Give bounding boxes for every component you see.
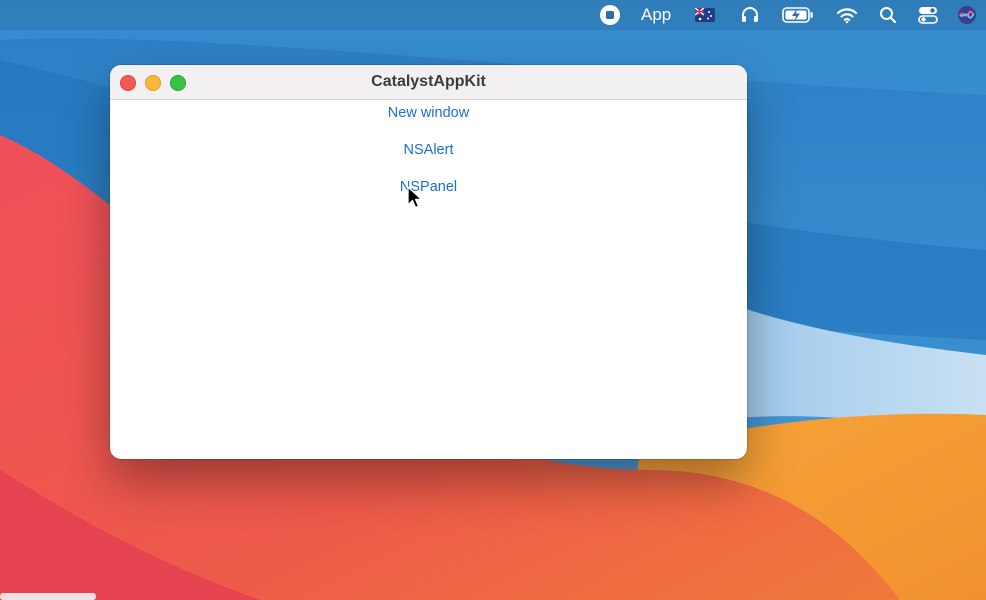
new-window-button[interactable]: New window	[110, 102, 747, 124]
battery-charging-icon[interactable]	[781, 0, 815, 30]
app-window: CatalystAppKit New window NSAlert NSPane…	[110, 65, 747, 459]
app-menu-extra[interactable]: App	[641, 0, 673, 30]
nsalert-button[interactable]: NSAlert	[110, 139, 747, 161]
search-icon[interactable]	[876, 0, 900, 30]
stop-record-icon[interactable]	[598, 0, 622, 30]
headphones-icon[interactable]	[738, 0, 762, 30]
desktop: App CatalystAppKit New window NSAlert NS…	[0, 0, 986, 600]
australia-flag-icon[interactable]	[694, 0, 716, 30]
app-menu-extra-label: App	[641, 5, 672, 24]
window-title: CatalystAppKit	[371, 73, 486, 90]
menu-bar: App	[0, 0, 986, 30]
nspanel-button[interactable]: NSPanel	[110, 176, 747, 198]
title-bar[interactable]: CatalystAppKit	[110, 65, 747, 100]
wifi-icon[interactable]	[835, 0, 859, 30]
siri-icon[interactable]	[955, 0, 979, 30]
window-content: New window NSAlert NSPanel	[110, 100, 747, 459]
mouse-pointer-icon	[407, 186, 423, 209]
control-center-icon[interactable]	[916, 0, 940, 30]
